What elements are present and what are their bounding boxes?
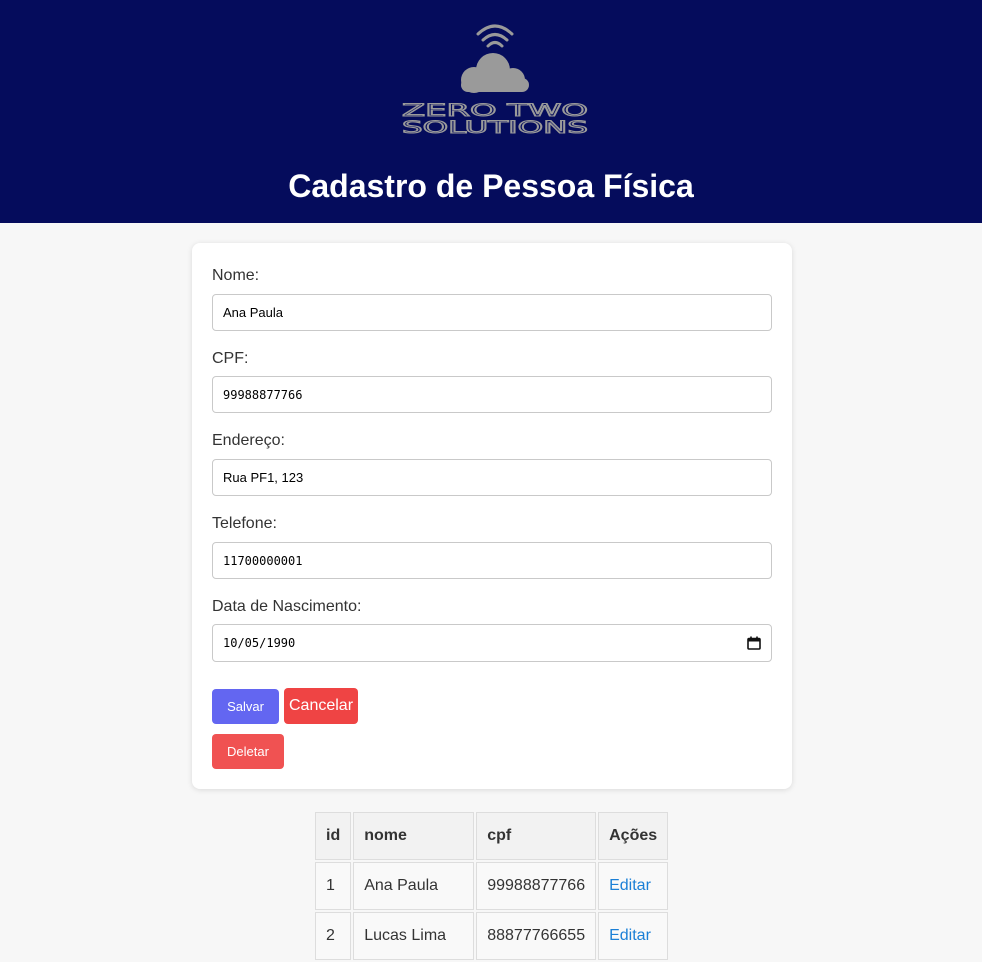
cell-acoes: Editar — [598, 862, 669, 910]
page-title: Cadastro de Pessoa Física — [288, 168, 694, 204]
page-header: ZERO TWO SOLUTIONS Cadastro de Pessoa Fí… — [0, 0, 982, 223]
column-header-acoes: Ações — [598, 812, 669, 860]
people-table: id nome cpf Ações 1 Ana Paula 9998887776… — [313, 810, 670, 962]
telefone-input[interactable]: 11700000001 — [212, 542, 772, 579]
telefone-label: Telefone: — [212, 515, 277, 532]
nome-input-value: Ana Paula — [223, 305, 283, 320]
cloud-icon — [461, 53, 529, 93]
cell-nome: Ana Paula — [353, 862, 475, 910]
column-header-id: id — [315, 812, 352, 860]
edit-link[interactable]: Editar — [609, 927, 651, 944]
nascimento-label: Data de Nascimento: — [212, 598, 362, 615]
table-header-row: id nome cpf Ações — [315, 812, 669, 860]
calendar-icon[interactable] — [747, 636, 761, 650]
cell-id: 1 — [315, 862, 352, 910]
nascimento-date-input[interactable]: 10/05/1990 — [212, 624, 772, 662]
company-logo: ZERO TWO SOLUTIONS — [401, 24, 589, 136]
registration-form: Nome: Ana Paula CPF: 99988877766 Endereç… — [192, 243, 792, 789]
nascimento-input-value: 10/05/1990 — [223, 636, 296, 650]
cancel-button[interactable]: Cancelar — [284, 688, 358, 724]
column-header-nome: nome — [353, 812, 475, 860]
cell-acoes: Editar — [598, 912, 669, 960]
endereco-label: Endereço: — [212, 432, 285, 449]
cell-cpf: 88877766655 — [476, 912, 597, 960]
table-row: 1 Ana Paula 99988877766 Editar — [315, 862, 669, 910]
wifi-icon — [476, 24, 514, 48]
nome-label: Nome: — [212, 267, 260, 284]
endereco-input[interactable]: Rua PF1, 123 — [212, 459, 772, 496]
delete-button[interactable]: Deletar — [212, 734, 284, 769]
edit-link[interactable]: Editar — [609, 877, 651, 894]
endereco-input-value: Rua PF1, 123 — [223, 470, 304, 485]
cpf-label: CPF: — [212, 350, 249, 367]
nome-input[interactable]: Ana Paula — [212, 294, 772, 331]
cell-id: 2 — [315, 912, 352, 960]
save-button[interactable]: Salvar — [212, 689, 279, 724]
cpf-input[interactable]: 99988877766 — [212, 376, 772, 413]
column-header-cpf: cpf — [476, 812, 597, 860]
cpf-input-value: 99988877766 — [223, 387, 303, 402]
cell-nome: Lucas Lima — [353, 912, 475, 960]
table-row: 2 Lucas Lima 88877766655 Editar — [315, 912, 669, 960]
logo-text-line2: SOLUTIONS — [402, 118, 588, 136]
telefone-input-value: 11700000001 — [223, 553, 303, 568]
cell-cpf: 99988877766 — [476, 862, 597, 910]
